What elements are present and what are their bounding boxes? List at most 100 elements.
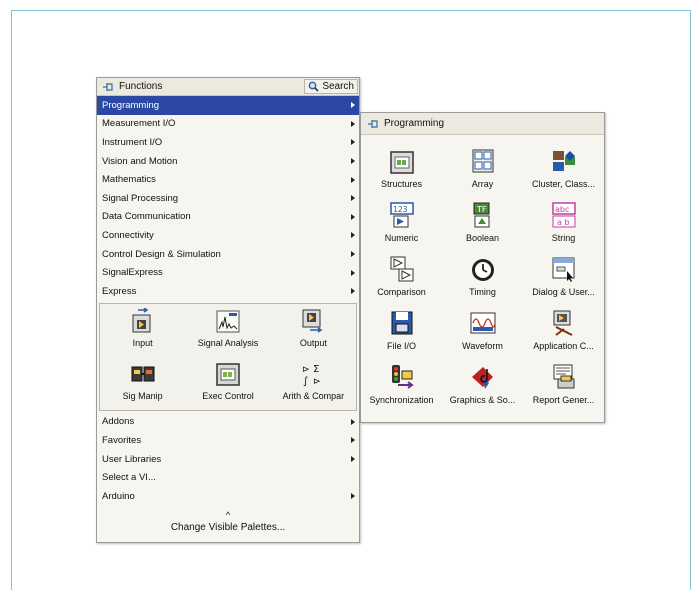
menu-item-arduino[interactable]: Arduino [97, 487, 359, 506]
synchronization-icon [388, 363, 416, 391]
programming-item-label: Waveform [462, 341, 503, 351]
programming-item-label: Dialog & User... [532, 287, 595, 297]
menu-item-user-libraries[interactable]: User Libraries [97, 450, 359, 469]
submenu-arrow-icon [351, 158, 355, 165]
programming-item-dialog-user[interactable]: Dialog & User... [523, 255, 604, 309]
programming-item-label: Numeric [384, 233, 419, 243]
programming-item-array[interactable]: Array [442, 147, 523, 201]
svg-text:abc: abc [555, 205, 569, 214]
express-item-output[interactable]: Output [271, 304, 356, 357]
menu-item-label: Addons [102, 416, 135, 428]
programming-item-label: Boolean [465, 233, 500, 243]
submenu-arrow-icon [351, 213, 355, 220]
programming-item-string[interactable]: abc a b String [523, 201, 604, 255]
submenu-arrow-icon [351, 102, 355, 109]
programming-item-label: File I/O [386, 341, 416, 351]
menu-item-label: Measurement I/O [102, 118, 176, 130]
menu-item-programming[interactable]: Programming [97, 96, 359, 115]
menu-item-data-communication[interactable]: Data Communication [97, 208, 359, 227]
programming-item-comparison[interactable]: Comparison [361, 255, 442, 309]
svg-text:⊳: ⊳ [302, 365, 310, 375]
express-item-signal-analysis[interactable]: Signal Analysis [185, 304, 270, 357]
menu-item-express[interactable]: Express [97, 282, 359, 301]
programming-item-structures[interactable]: Structures [361, 147, 442, 201]
submenu-arrow-icon [351, 418, 355, 425]
express-item-input[interactable]: Input [100, 304, 185, 357]
menu-item-connectivity[interactable]: Connectivity [97, 226, 359, 245]
menu-item-label: Favorites [102, 434, 142, 446]
menu-item-label: Arduino [102, 490, 135, 502]
menu-item-signal-processing[interactable]: Signal Processing [97, 189, 359, 208]
thumbtack-icon[interactable] [366, 118, 380, 130]
programming-item-boolean[interactable]: TF Boolean [442, 201, 523, 255]
timing-icon [469, 255, 497, 283]
programming-title: Programming [384, 118, 445, 129]
functions-palette: Functions Search Programming Measurement … [96, 77, 360, 543]
array-icon [469, 147, 497, 175]
menu-item-instrument-i-o[interactable]: Instrument I/O [97, 133, 359, 152]
programming-item-graphics-sound[interactable]: Graphics & So... [442, 363, 523, 417]
signal-analysis-icon [215, 308, 241, 334]
submenu-arrow-icon [351, 251, 355, 258]
thumbtack-icon[interactable] [101, 81, 115, 93]
change-visible-palettes[interactable]: Change Visible Palettes... [97, 522, 359, 538]
menu-item-label: Vision and Motion [102, 155, 178, 167]
arith-compar-icon: ⊳ Σ ∫ ⊳ [300, 361, 326, 387]
menu-item-mathematics[interactable]: Mathematics [97, 170, 359, 189]
menu-item-label: Control Design & Simulation [102, 248, 221, 260]
collapse-chevron-icon[interactable]: ^ [97, 510, 359, 522]
svg-text:TF: TF [476, 205, 487, 214]
programming-item-label: Timing [469, 287, 496, 297]
submenu-arrow-icon [351, 288, 355, 295]
svg-text:∫: ∫ [303, 376, 308, 387]
report-generation-icon [550, 363, 578, 391]
menu-item-label: Programming [102, 99, 160, 111]
functions-title-bar: Functions Search [97, 78, 359, 96]
programming-title-bar: Programming [361, 113, 604, 135]
programming-item-label: Array [471, 179, 494, 189]
programming-item-cluster-class[interactable]: Cluster, Class... [523, 147, 604, 201]
programming-item-synchronization[interactable]: Synchronization [361, 363, 442, 417]
menu-item-label: Express [102, 285, 137, 297]
menu-item-vision-and-motion[interactable]: Vision and Motion [97, 152, 359, 171]
express-item-arith-compar[interactable]: ⊳ Σ ∫ ⊳ Arith & Compar [271, 357, 356, 410]
programming-item-waveform[interactable]: Waveform [442, 309, 523, 363]
boolean-icon: TF [469, 201, 497, 229]
express-item-sig-manip[interactable]: Sig Manip [100, 357, 185, 410]
express-item-exec-control[interactable]: Exec Control [185, 357, 270, 410]
structures-icon [388, 147, 416, 175]
svg-text:Σ: Σ [313, 364, 319, 375]
menu-item-control-design-simulation[interactable]: Control Design & Simulation [97, 245, 359, 264]
programming-item-application-control[interactable]: Application C... [523, 309, 604, 363]
menu-item-select-a-vi[interactable]: Select a VI... [97, 468, 359, 487]
programming-palette: Programming Structures Array Cluster, Clas… [360, 112, 605, 423]
output-icon [300, 308, 326, 334]
menu-item-signalexpress[interactable]: SignalExpress [97, 263, 359, 282]
programming-item-label: Structures [380, 179, 422, 189]
submenu-arrow-icon [351, 176, 355, 183]
submenu-arrow-icon [351, 493, 355, 500]
submenu-arrow-icon [351, 269, 355, 276]
menu-item-label: Mathematics [102, 174, 156, 186]
programming-item-file-io[interactable]: File I/O [361, 309, 442, 363]
menu-item-label: Data Communication [102, 211, 191, 223]
search-button[interactable]: Search [304, 79, 358, 94]
submenu-arrow-icon [351, 195, 355, 202]
programming-item-label: Graphics & So... [449, 395, 516, 405]
programming-item-label: Comparison [377, 287, 426, 297]
search-label: Search [322, 81, 354, 92]
dialog-user-icon [550, 255, 578, 283]
menu-item-addons[interactable]: Addons [97, 413, 359, 432]
submenu-arrow-icon [351, 456, 355, 463]
menu-item-measurement-i-o[interactable]: Measurement I/O [97, 115, 359, 134]
programming-item-timing[interactable]: Timing [442, 255, 523, 309]
cluster-class-icon [550, 147, 578, 175]
programming-item-report-generation[interactable]: Report Gener... [523, 363, 604, 417]
menu-item-favorites[interactable]: Favorites [97, 431, 359, 450]
programming-item-label: Report Gener... [532, 395, 595, 405]
submenu-arrow-icon [351, 120, 355, 127]
waveform-icon [469, 309, 497, 337]
programming-item-label: Synchronization [369, 395, 434, 405]
programming-item-numeric[interactable]: 123 Numeric [361, 201, 442, 255]
svg-text:123: 123 [393, 205, 408, 214]
